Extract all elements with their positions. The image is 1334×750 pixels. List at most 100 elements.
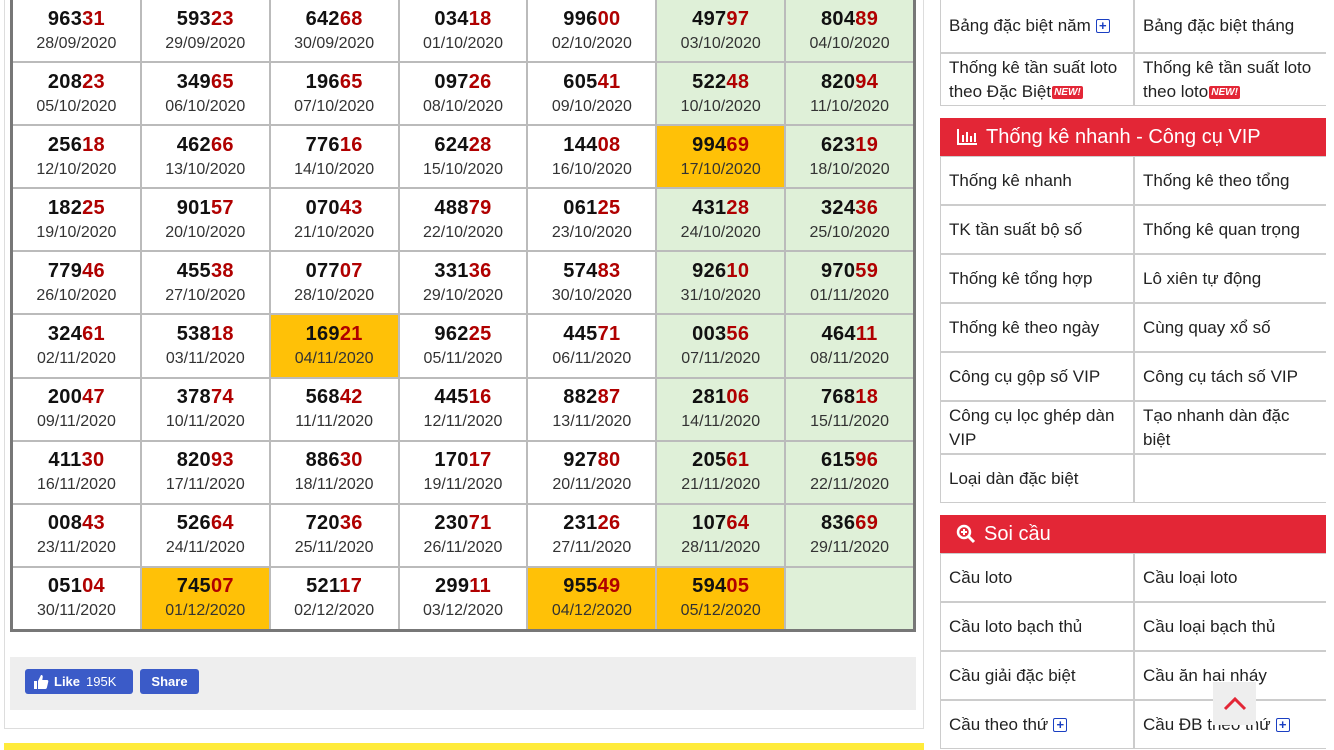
link-label: Loại dàn đặc biệt [949,468,1079,488]
result-cell: 90157 20/10/2020 [141,189,269,251]
sidebar-link[interactable]: Công cụ lọc ghép dàn VIP [941,402,1133,453]
result-cell: 59405 05/12/2020 [657,567,785,629]
number-tail: 71 [597,323,621,346]
sidebar-link[interactable]: Cầu loại bạch thủ [1135,603,1327,650]
draw-date: 03/11/2020 [165,350,245,368]
draw-date: 04/11/2020 [294,350,374,368]
special-number: 28106 [692,386,749,408]
link-special-month[interactable]: Bảng đặc biệt tháng [1135,0,1327,52]
sidebar-link[interactable]: Thống kê tổng hợp [941,255,1133,302]
number-head: 820 [820,70,856,93]
result-cell: 03418 01/10/2020 [399,0,527,62]
result-cell: 46266 13/10/2020 [141,126,269,188]
sidebar-link[interactable]: Cầu giải đặc biệt [941,652,1133,699]
sidebar-link[interactable]: Thống kê theo ngày [941,304,1133,351]
draw-date: 27/11/2020 [552,539,632,557]
vip-section-header: Thống kê nhanh - Công cụ VIP [940,118,1326,156]
number-tail: 49 [597,575,621,598]
sidebar-link[interactable]: Cùng quay xổ số [1135,304,1327,351]
sidebar-link[interactable]: Cầu loto [941,554,1133,601]
special-number: 53818 [177,323,234,345]
draw-date: 07/11/2020 [681,350,761,368]
sidebar-link[interactable]: Cầu loại loto [1135,554,1327,601]
scroll-top-button[interactable] [1213,682,1256,725]
chevron-up-icon [1223,696,1246,710]
sidebar-link[interactable]: Công cụ gộp số VIP [941,353,1133,400]
sidebar-link[interactable]: Thống kê theo tổng [1135,157,1327,204]
expand-plus-icon[interactable]: + [1053,717,1068,732]
sidebar-link[interactable]: Thống kê nhanh [941,157,1133,204]
sidebar-link[interactable]: Tạo nhanh dàn đặc biệt [1135,402,1327,453]
result-cell: 37874 10/11/2020 [141,378,269,440]
number-tail: 16 [339,133,363,156]
link-label: Công cụ tách số VIP [1143,366,1298,386]
link-label: Cầu loại loto [1143,567,1238,587]
special-number: 59323 [177,8,234,30]
result-cell: 46411 08/11/2020 [786,315,913,377]
number-head: 445 [434,386,469,409]
link-label: Thống kê tần suất loto theo loto NEW! [1143,57,1312,101]
draw-date: 10/10/2020 [680,97,761,115]
link-label: Thống kê theo ngày [949,317,1100,337]
special-number: 07707 [306,260,363,282]
draw-date: 19/10/2020 [36,223,117,241]
number-tail: 48 [726,70,750,93]
section-title: Thống kê nhanh - Công cụ VIP [986,125,1261,148]
number-tail: 87 [597,386,621,409]
draw-date: 01/10/2020 [422,34,504,52]
special-number: 14408 [563,134,620,156]
special-number: 41130 [48,449,104,471]
result-cell: 99600 02/10/2020 [528,0,656,62]
link-label: Cầu theo thứ [949,714,1049,734]
result-cell: 45538 27/10/2020 [141,252,269,314]
facebook-like-button[interactable]: Like 195K [25,669,133,694]
facebook-share-button[interactable]: Share [140,669,199,694]
special-number: 62428 [434,134,491,156]
number-tail: 25 [82,196,105,219]
number-tail: 18 [468,7,492,30]
link-freq-loto[interactable]: Thống kê tần suất loto theo loto NEW! [1135,54,1327,105]
sidebar-link[interactable]: TK tần suất bộ số [941,206,1133,253]
number-tail: 31 [82,7,105,30]
number-tail: 80 [597,449,621,472]
special-number: 19665 [306,71,363,93]
result-cell: 72036 25/11/2020 [270,504,398,566]
result-cell: 57483 30/10/2020 [528,252,656,314]
link-special-year[interactable]: Bảng đặc biệt năm + [941,0,1133,52]
number-head: 230 [434,512,469,535]
number-tail: 23 [82,70,105,93]
link-label: TK tần suất bộ số [949,219,1083,239]
special-number: 52664 [177,512,234,534]
number-tail: 56 [726,323,750,346]
link-freq-loto-special[interactable]: Thống kê tần suất loto theo Đặc Biệt NEW! [941,54,1133,105]
sidebar-link[interactable]: Cầu theo thứ + [941,701,1133,748]
special-number: 33136 [434,260,491,282]
draw-date: 06/10/2020 [165,97,246,115]
expand-plus-icon[interactable]: + [1275,717,1290,732]
sidebar-link[interactable]: Công cụ tách số VIP [1135,353,1327,400]
number-head: 574 [563,259,598,282]
link-label: Công cụ lọc ghép dàn VIP [949,405,1115,449]
number-head: 623 [820,133,856,156]
sidebar-link[interactable]: Lô xiên tự động [1135,255,1327,302]
draw-date: 09/11/2020 [36,413,116,431]
number-tail: 07 [210,575,234,598]
number-tail: 61 [726,449,750,472]
draw-date: 26/10/2020 [36,286,117,304]
draw-date: 16/11/2020 [36,476,116,494]
special-number: 00356 [692,323,749,345]
number-head: 901 [176,196,211,219]
number-head: 497 [692,7,727,30]
sidebar-link[interactable]: Cầu loto bạch thủ [941,603,1133,650]
number-tail: 36 [468,259,492,282]
result-cell: 32461 02/11/2020 [13,315,140,377]
result-cell: 48879 22/10/2020 [399,189,527,251]
special-number: 76818 [821,386,878,408]
sidebar-link[interactable]: Thống kê quan trọng [1135,206,1327,253]
expand-plus-icon[interactable]: + [1095,18,1110,33]
number-tail: 79 [468,196,492,219]
number-tail: 83 [597,259,621,282]
special-number: 00843 [48,512,105,534]
sidebar-link[interactable]: Loại dàn đặc biệt [941,455,1133,502]
result-cell: 83669 29/11/2020 [786,504,913,566]
